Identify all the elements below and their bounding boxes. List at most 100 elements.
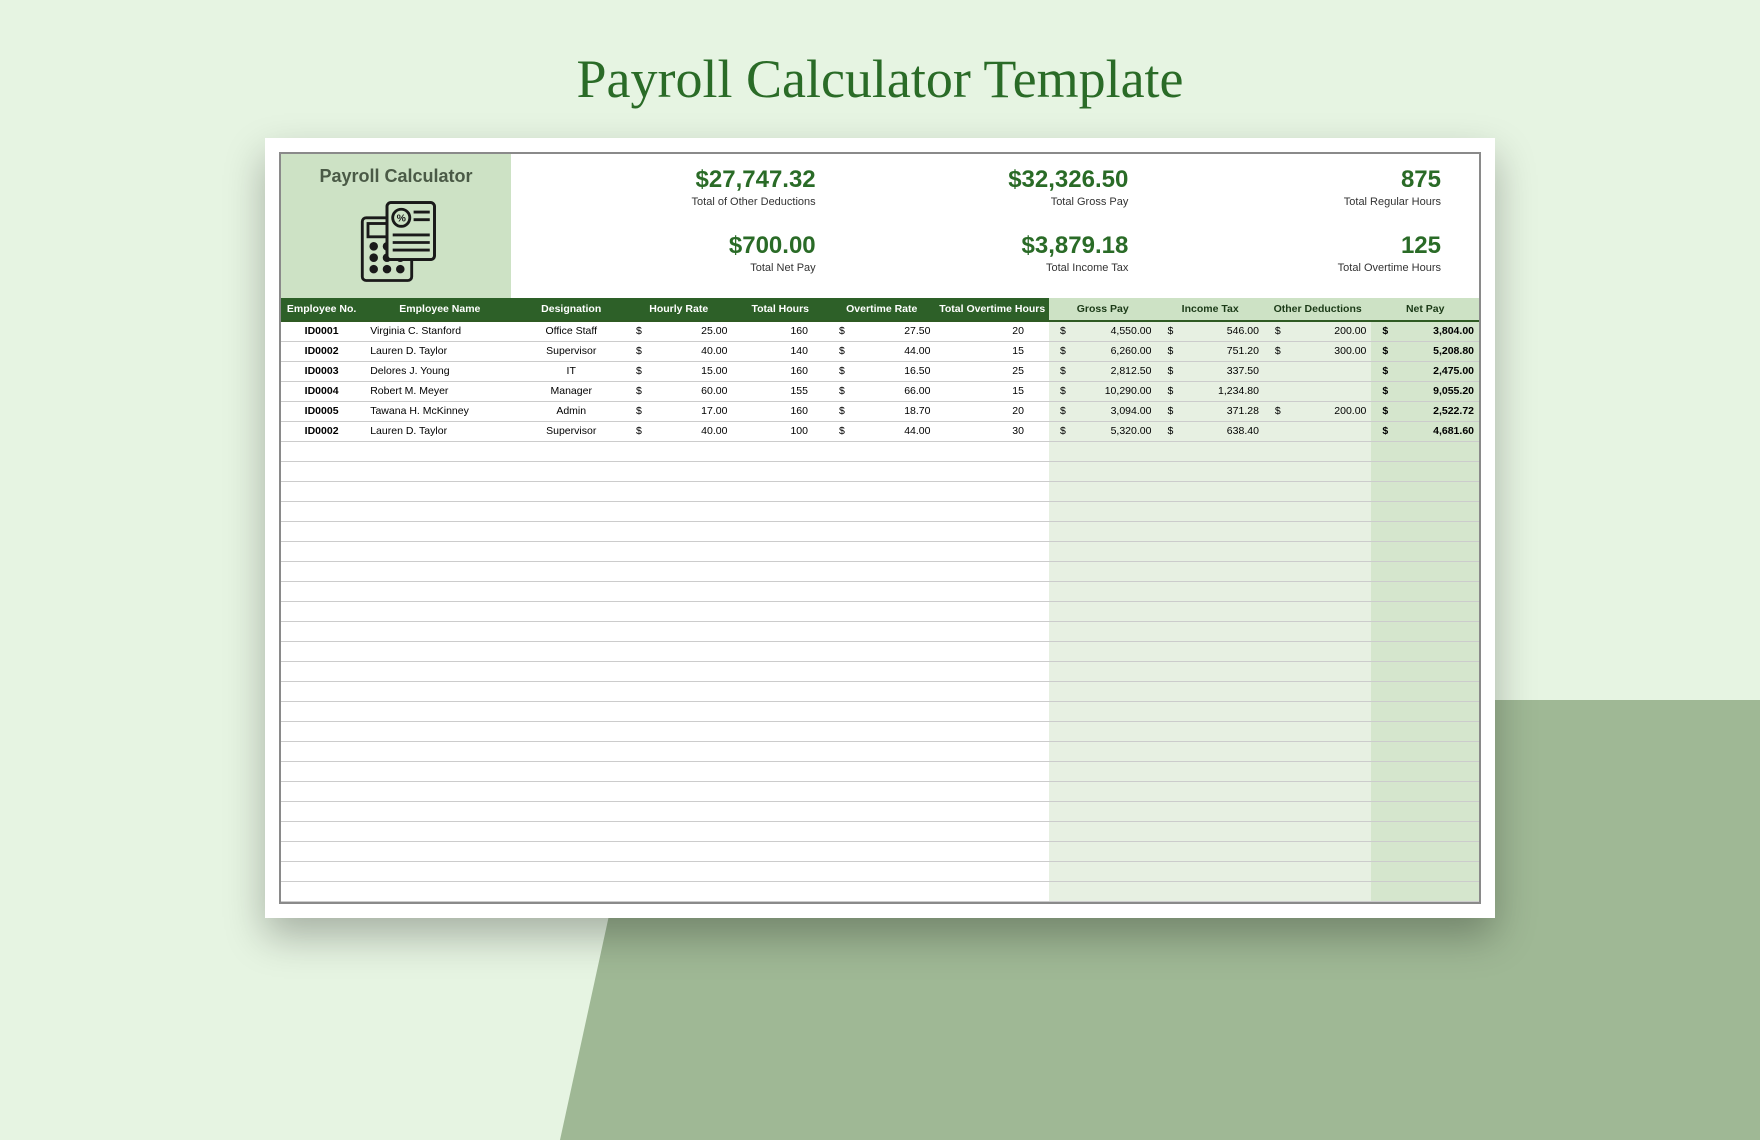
- cell-deductions[interactable]: [1264, 381, 1371, 401]
- table-row[interactable]: ID0003Delores J. YoungIT$15.00160$16.502…: [281, 361, 1479, 381]
- cell-name[interactable]: Delores J. Young: [362, 361, 517, 381]
- cell-name[interactable]: Lauren D. Taylor: [362, 421, 517, 441]
- cell-gross[interactable]: $10,290.00: [1049, 381, 1156, 401]
- cell-gross[interactable]: $5,320.00: [1049, 421, 1156, 441]
- cell-gross[interactable]: $6,260.00: [1049, 341, 1156, 361]
- cell-otrate[interactable]: $18.70: [828, 401, 935, 421]
- empty-row[interactable]: [281, 841, 1479, 861]
- calculator-icon: %: [349, 195, 444, 290]
- cell-designation[interactable]: IT: [517, 361, 624, 381]
- cell-otrate[interactable]: $44.00: [828, 421, 935, 441]
- empty-row[interactable]: [281, 541, 1479, 561]
- empty-row[interactable]: [281, 861, 1479, 881]
- empty-row[interactable]: [281, 801, 1479, 821]
- cell-emp-no[interactable]: ID0002: [281, 341, 362, 361]
- cell-net[interactable]: $2,522.72: [1371, 401, 1479, 421]
- cell-name[interactable]: Tawana H. McKinney: [362, 401, 517, 421]
- empty-row[interactable]: [281, 521, 1479, 541]
- cell-deductions[interactable]: $200.00: [1264, 321, 1371, 341]
- cell-otrate[interactable]: $66.00: [828, 381, 935, 401]
- cell-net[interactable]: $5,208.80: [1371, 341, 1479, 361]
- cell-hours[interactable]: 155: [732, 381, 828, 401]
- cell-othours[interactable]: 20: [935, 321, 1048, 341]
- empty-row[interactable]: [281, 561, 1479, 581]
- cell-hours[interactable]: 160: [732, 361, 828, 381]
- empty-row[interactable]: [281, 821, 1479, 841]
- cell-rate[interactable]: $60.00: [625, 381, 732, 401]
- cell-othours[interactable]: 30: [935, 421, 1048, 441]
- cell-rate[interactable]: $25.00: [625, 321, 732, 341]
- cell-othours[interactable]: 15: [935, 341, 1048, 361]
- table-row[interactable]: ID0002Lauren D. TaylorSupervisor$40.0010…: [281, 421, 1479, 441]
- cell-name[interactable]: Lauren D. Taylor: [362, 341, 517, 361]
- cell-name[interactable]: Virginia C. Stanford: [362, 321, 517, 341]
- cell-designation[interactable]: Office Staff: [517, 321, 624, 341]
- cell-tax[interactable]: $751.20: [1156, 341, 1263, 361]
- cell-net[interactable]: $3,804.00: [1371, 321, 1479, 341]
- cell-emp-no[interactable]: ID0004: [281, 381, 362, 401]
- cell-otrate[interactable]: $16.50: [828, 361, 935, 381]
- empty-row[interactable]: [281, 501, 1479, 521]
- cell-deductions[interactable]: [1264, 361, 1371, 381]
- col-overtime-hours: Total Overtime Hours: [935, 298, 1048, 321]
- cell-gross[interactable]: $3,094.00: [1049, 401, 1156, 421]
- cell-rate[interactable]: $40.00: [625, 341, 732, 361]
- cell-designation[interactable]: Admin: [517, 401, 624, 421]
- cell-tax[interactable]: $638.40: [1156, 421, 1263, 441]
- table-row[interactable]: ID0004Robert M. MeyerManager$60.00155$66…: [281, 381, 1479, 401]
- cell-rate[interactable]: $17.00: [625, 401, 732, 421]
- cell-hours[interactable]: 100: [732, 421, 828, 441]
- table-row[interactable]: ID0002Lauren D. TaylorSupervisor$40.0014…: [281, 341, 1479, 361]
- cell-othours[interactable]: 25: [935, 361, 1048, 381]
- empty-row[interactable]: [281, 481, 1479, 501]
- empty-row[interactable]: [281, 741, 1479, 761]
- empty-row[interactable]: [281, 701, 1479, 721]
- empty-row[interactable]: [281, 621, 1479, 641]
- spreadsheet-frame: Payroll Calculator % $27,747.32Total of …: [265, 138, 1495, 918]
- empty-row[interactable]: [281, 601, 1479, 621]
- cell-emp-no[interactable]: ID0001: [281, 321, 362, 341]
- cell-otrate[interactable]: $44.00: [828, 341, 935, 361]
- cell-deductions[interactable]: $200.00: [1264, 401, 1371, 421]
- cell-net[interactable]: $2,475.00: [1371, 361, 1479, 381]
- cell-emp-no[interactable]: ID0002: [281, 421, 362, 441]
- col-other-deductions: Other Deductions: [1264, 298, 1371, 321]
- summary-header: Payroll Calculator % $27,747.32Total of …: [281, 154, 1479, 298]
- cell-deductions[interactable]: $300.00: [1264, 341, 1371, 361]
- cell-hours[interactable]: 140: [732, 341, 828, 361]
- cell-tax[interactable]: $371.28: [1156, 401, 1263, 421]
- empty-row[interactable]: [281, 581, 1479, 601]
- cell-designation[interactable]: Supervisor: [517, 421, 624, 441]
- empty-row[interactable]: [281, 881, 1479, 901]
- empty-row[interactable]: [281, 661, 1479, 681]
- empty-row[interactable]: [281, 441, 1479, 461]
- cell-hours[interactable]: 160: [732, 321, 828, 341]
- empty-row[interactable]: [281, 721, 1479, 741]
- empty-row[interactable]: [281, 681, 1479, 701]
- empty-row[interactable]: [281, 641, 1479, 661]
- cell-emp-no[interactable]: ID0005: [281, 401, 362, 421]
- cell-othours[interactable]: 15: [935, 381, 1048, 401]
- cell-hours[interactable]: 160: [732, 401, 828, 421]
- empty-row[interactable]: [281, 461, 1479, 481]
- empty-row[interactable]: [281, 761, 1479, 781]
- cell-othours[interactable]: 20: [935, 401, 1048, 421]
- cell-tax[interactable]: $1,234.80: [1156, 381, 1263, 401]
- cell-designation[interactable]: Manager: [517, 381, 624, 401]
- table-row[interactable]: ID0005Tawana H. McKinneyAdmin$17.00160$1…: [281, 401, 1479, 421]
- cell-gross[interactable]: $2,812.50: [1049, 361, 1156, 381]
- cell-gross[interactable]: $4,550.00: [1049, 321, 1156, 341]
- cell-net[interactable]: $4,681.60: [1371, 421, 1479, 441]
- cell-tax[interactable]: $337.50: [1156, 361, 1263, 381]
- empty-row[interactable]: [281, 781, 1479, 801]
- cell-otrate[interactable]: $27.50: [828, 321, 935, 341]
- table-row[interactable]: ID0001Virginia C. StanfordOffice Staff$2…: [281, 321, 1479, 341]
- cell-rate[interactable]: $40.00: [625, 421, 732, 441]
- cell-deductions[interactable]: [1264, 421, 1371, 441]
- cell-rate[interactable]: $15.00: [625, 361, 732, 381]
- cell-tax[interactable]: $546.00: [1156, 321, 1263, 341]
- cell-name[interactable]: Robert M. Meyer: [362, 381, 517, 401]
- cell-designation[interactable]: Supervisor: [517, 341, 624, 361]
- cell-emp-no[interactable]: ID0003: [281, 361, 362, 381]
- cell-net[interactable]: $9,055.20: [1371, 381, 1479, 401]
